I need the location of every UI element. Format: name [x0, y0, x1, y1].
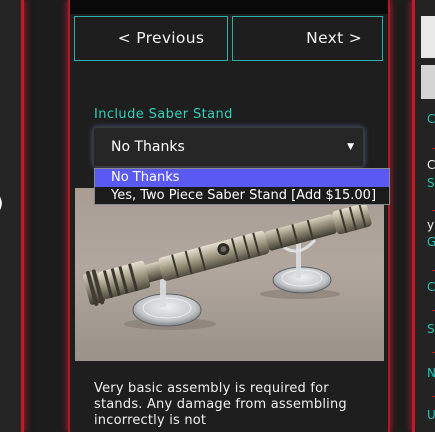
right-panel-link[interactable]: S [427, 322, 435, 336]
right-panel-text: y [427, 218, 435, 232]
assembly-note: Very basic assembly is required for stan… [94, 381, 347, 428]
right-panel-thumbnail [421, 65, 435, 99]
top-bar [70, 0, 388, 14]
lightsaber-on-stands-illustration [82, 203, 372, 330]
product-options-panel: < Previous Next > Include Saber Stand No… [68, 0, 390, 432]
right-panel-link[interactable]: C [427, 280, 435, 294]
saber-stand-product-image [75, 188, 384, 361]
left-panel-edge-text: ) [0, 192, 3, 214]
right-panel-thumbnail [421, 16, 435, 58]
right-side-panel: C C S y G C S N U [412, 0, 435, 432]
left-side-panel: ) [0, 0, 24, 432]
saber-stand-dropdown-list: No Thanks Yes, Two Piece Saber Stand [Ad… [94, 168, 390, 205]
triangle-down-icon: ▼ [347, 142, 354, 152]
saber-stand-selected-value: No Thanks [111, 139, 185, 155]
right-panel-text: C [427, 158, 435, 172]
right-panel-link[interactable]: U [427, 408, 435, 422]
next-button[interactable]: Next > [232, 16, 383, 61]
previous-button[interactable]: < Previous [74, 16, 228, 61]
right-panel-link[interactable]: C [427, 112, 435, 126]
saber-stand-label: Include Saber Stand [94, 107, 233, 122]
option-two-piece-stand[interactable]: Yes, Two Piece Saber Stand [Add $15.00] [95, 187, 389, 205]
right-panel-link[interactable]: G [427, 235, 435, 249]
option-no-thanks[interactable]: No Thanks [95, 169, 389, 187]
saber-stand-select[interactable]: No Thanks ▼ [93, 127, 364, 167]
right-panel-link[interactable]: N [427, 366, 435, 380]
right-panel-link[interactable]: S [427, 176, 435, 190]
